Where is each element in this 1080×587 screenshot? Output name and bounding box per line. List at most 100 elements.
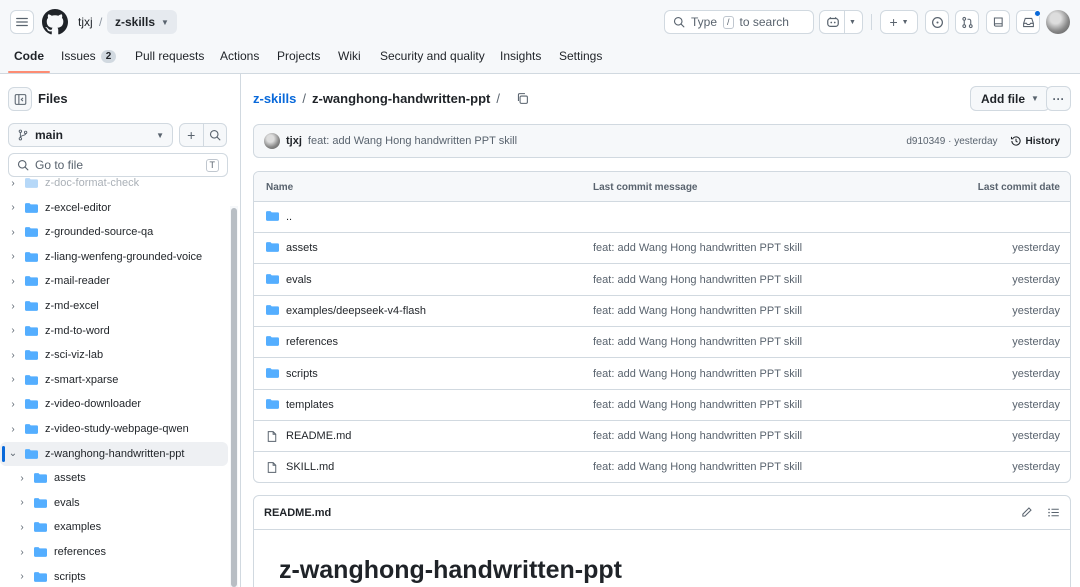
add-file-plus-button[interactable]: + [180,124,203,146]
tree-item[interactable]: › examples [0,515,228,539]
tree-item[interactable]: › z-smart-xparse [0,368,228,392]
tree-item[interactable]: › z-md-to-word [0,319,228,343]
tab-projects[interactable]: Projects [277,49,320,63]
file-table-row[interactable]: SKILL.md feat: add Wang Hong handwritten … [254,452,1070,482]
tree-item-label: z-grounded-source-qa [45,226,154,239]
file-table-row[interactable]: references feat: add Wang Hong handwritte… [254,327,1070,359]
file-commit-message[interactable]: feat: add Wang Hong handwritten PPT skil… [593,399,802,411]
chevron-right-icon[interactable]: › [16,522,28,533]
github-logo-icon[interactable] [42,9,68,35]
owner-link[interactable]: tjxj [78,15,93,29]
search-input[interactable]: Type / to search [664,10,814,34]
tab-issues[interactable]: Issues 2 [61,49,117,63]
plus-icon: + [889,14,898,30]
file-commit-message[interactable]: feat: add Wang Hong handwritten PPT skil… [593,336,802,348]
tree-item[interactable]: › z-video-downloader [0,392,228,416]
tree-item[interactable]: › z-video-study-webpage-qwen [0,417,228,441]
tree-item[interactable]: › z-mail-reader [0,269,228,293]
chevron-right-icon[interactable]: › [16,571,28,582]
tab-wiki[interactable]: Wiki [338,49,361,63]
file-commit-message[interactable]: feat: add Wang Hong handwritten PPT skil… [593,242,802,254]
tab-insights[interactable]: Insights [500,49,541,63]
commit-message[interactable]: feat: add Wang Hong handwritten PPT skil… [308,135,517,147]
file-name-link[interactable]: examples/deepseek-v4-flash [286,305,426,317]
go-to-file-input[interactable]: Go to file T [8,153,228,177]
breadcrumb-repo-link[interactable]: z-skills [253,91,296,106]
file-table-row[interactable]: .. [254,202,1070,233]
tree-item[interactable]: › z-sci-viz-lab [0,343,228,367]
chevron-right-icon[interactable]: › [7,251,19,262]
chevron-right-icon[interactable]: › [7,227,19,238]
commit-author[interactable]: tjxj [286,135,302,147]
tab-actions[interactable]: Actions [220,49,259,63]
commit-hash-time[interactable]: d910349 · yesterday [906,136,997,147]
file-name-link[interactable]: assets [286,242,318,254]
tree-item[interactable]: › scripts [0,565,228,587]
file-commit-message[interactable]: feat: add Wang Hong handwritten PPT skil… [593,461,802,473]
tree-item[interactable]: › evals [0,491,228,515]
copy-path-icon[interactable] [516,92,529,105]
file-table-row[interactable]: README.md feat: add Wang Hong handwritten… [254,421,1070,453]
tab-code[interactable]: Code [14,49,44,63]
tree-item-selected[interactable]: ⌄ z-wanghong-handwritten-ppt [0,441,228,466]
more-options-button[interactable]: ··· [1046,86,1071,111]
repositories-button[interactable] [986,10,1010,34]
branch-selector[interactable]: main ▼ [8,123,173,147]
file-name-link[interactable]: README.md [286,430,351,442]
chevron-right-icon[interactable]: › [7,276,19,287]
tree-item[interactable]: › z-grounded-source-qa [0,220,228,244]
chevron-right-icon[interactable]: › [7,325,19,336]
chevron-right-icon[interactable]: › [7,399,19,410]
tab-settings[interactable]: Settings [559,49,602,63]
file-table-row[interactable]: templates feat: add Wang Hong handwritten… [254,390,1070,421]
chevron-right-icon[interactable]: › [7,202,19,213]
history-button[interactable]: History [1010,135,1060,147]
repo-switcher[interactable]: z-skills ▼ [107,10,177,34]
file-commit-message[interactable]: feat: add Wang Hong handwritten PPT skil… [593,368,802,380]
pull-requests-button[interactable] [955,10,979,34]
file-name-link[interactable]: .. [286,211,292,223]
copilot-button[interactable]: ▼ [819,10,863,34]
list-unordered-icon[interactable] [1047,506,1060,519]
file-name-link[interactable]: references [286,336,338,348]
chevron-down-icon[interactable]: ⌄ [7,448,19,459]
search-files-button[interactable] [202,124,227,146]
tab-pull-requests[interactable]: Pull requests [135,49,204,63]
file-table-row[interactable]: scripts feat: add Wang Hong handwritten P… [254,359,1070,390]
menu-button[interactable] [10,10,34,34]
tree-item[interactable]: › z-excel-editor [0,196,228,220]
pencil-icon[interactable] [1020,506,1033,519]
tab-security-and-quality[interactable]: Security and quality [380,49,485,63]
chevron-right-icon[interactable]: › [7,350,19,361]
chevron-right-icon[interactable]: › [16,497,28,508]
issues-button[interactable] [925,10,949,34]
create-new-button[interactable]: + ▼ [880,10,918,34]
collapse-sidebar-button[interactable] [8,87,32,111]
file-table-row[interactable]: examples/deepseek-v4-flash feat: add Wang… [254,296,1070,327]
chevron-right-icon[interactable]: › [7,301,19,312]
file-commit-message[interactable]: feat: add Wang Hong handwritten PPT skil… [593,274,802,286]
file-name-link[interactable]: scripts [286,368,318,380]
file-commit-message[interactable]: feat: add Wang Hong handwritten PPT skil… [593,430,802,442]
file-name-link[interactable]: SKILL.md [286,461,334,473]
readme-title[interactable]: README.md [264,507,331,519]
chevron-right-icon[interactable]: › [7,374,19,385]
tree-item[interactable]: › z-doc-format-check [0,175,228,195]
file-table-row[interactable]: assets feat: add Wang Hong handwritten PP… [254,233,1070,265]
add-file-button[interactable]: Add file ▼ [970,86,1050,111]
chevron-right-icon[interactable]: › [7,424,19,435]
tree-item[interactable]: › assets [0,466,228,490]
commit-author-avatar[interactable] [264,133,280,149]
chevron-right-icon[interactable]: › [16,473,28,484]
file-name-link[interactable]: evals [286,274,312,286]
sidebar-scrollbar-thumb[interactable] [231,208,237,587]
user-avatar[interactable] [1046,10,1070,34]
tree-item[interactable]: › references [0,540,228,564]
chevron-right-icon[interactable]: › [16,547,28,558]
tree-item[interactable]: › z-md-excel [0,294,228,318]
file-name-link[interactable]: templates [286,399,334,411]
tree-item[interactable]: › z-liang-wenfeng-grounded-voice [0,245,228,269]
file-commit-message[interactable]: feat: add Wang Hong handwritten PPT skil… [593,305,802,317]
chevron-right-icon[interactable]: › [7,178,19,189]
file-table-row[interactable]: evals feat: add Wang Hong handwritten PPT… [254,265,1070,296]
